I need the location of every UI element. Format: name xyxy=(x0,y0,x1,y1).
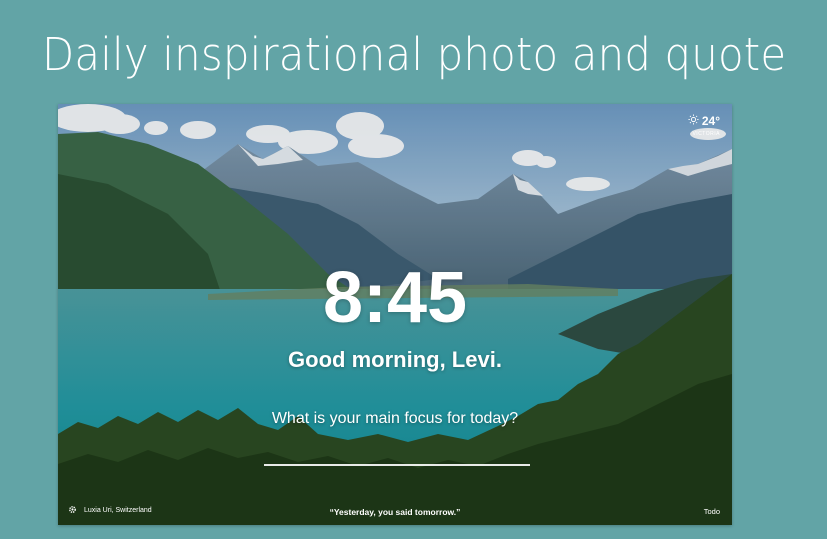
headline: Daily inspirational photo and quote xyxy=(42,28,787,81)
clock-time: 8:45 xyxy=(322,258,468,338)
weather-location: VICTORIA xyxy=(692,131,720,137)
app-screen: 24° VICTORIA 8:45 Good morning, Levi. Wh… xyxy=(58,104,732,525)
weather-temperature: 24° xyxy=(701,114,720,128)
weather-widget[interactable]: 24° VICTORIA xyxy=(688,112,720,137)
focus-input[interactable] xyxy=(264,444,530,466)
todo-button[interactable]: Todo xyxy=(704,507,720,516)
sun-icon xyxy=(688,112,699,130)
focus-question: What is your main focus for today? xyxy=(271,410,519,427)
greeting-text: Good morning, Levi. xyxy=(288,347,502,372)
quote-text[interactable]: “Yesterday, you said tomorrow.” xyxy=(58,507,732,517)
